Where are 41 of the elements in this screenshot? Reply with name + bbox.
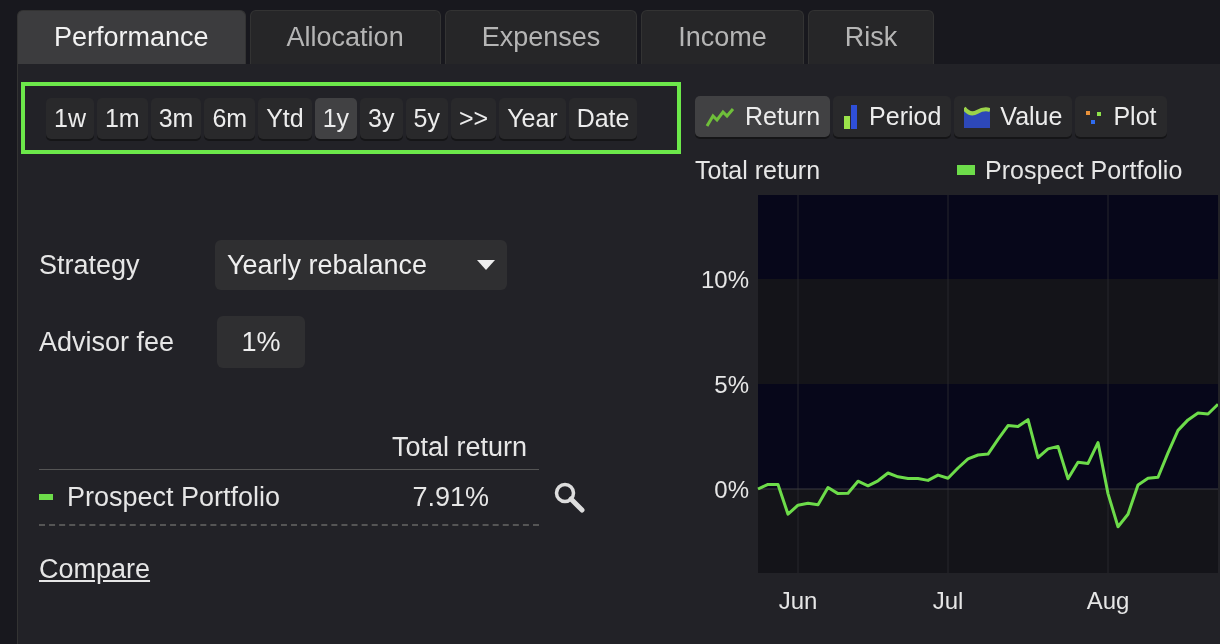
range-button[interactable]: 3m (150, 97, 202, 139)
tab[interactable]: Expenses (444, 10, 638, 64)
chart-type-button[interactable]: Plot (1075, 96, 1167, 137)
range-button[interactable]: Ytd (258, 97, 312, 139)
y-axis-label: 0% (714, 476, 749, 503)
x-axis-label: Jul (932, 587, 964, 614)
x-axis-label: Aug (1086, 587, 1130, 614)
tab[interactable]: Income (641, 10, 804, 64)
compare-link[interactable]: Compare (39, 554, 151, 585)
tab[interactable]: Performance (17, 10, 246, 64)
advisor-fee-label: Advisor fee (39, 326, 176, 358)
chart-type-button[interactable]: Return (695, 96, 831, 137)
y-axis-label: 10% (700, 266, 749, 293)
range-button[interactable]: 1m (96, 97, 148, 139)
strategy-dropdown[interactable]: Yearly rebalance (215, 240, 507, 290)
caret-icon (477, 260, 495, 270)
advisor-fee-field[interactable]: 1% (217, 316, 305, 368)
legend-item: Prospect Portfolio (957, 155, 1183, 185)
range-button[interactable]: 3y (360, 97, 403, 139)
range-button[interactable]: >> (450, 97, 497, 139)
strategy-label: Strategy (39, 249, 141, 281)
line-chart-icon (705, 105, 735, 128)
range-button[interactable]: 1y (314, 97, 358, 139)
bar-chart-icon (843, 103, 860, 130)
chart-type-button[interactable]: Value (954, 96, 1073, 137)
tab[interactable]: Risk (807, 10, 935, 64)
y-axis-label: 5% (714, 371, 749, 398)
range-button[interactable]: 1w (46, 97, 94, 139)
total-return-value: 7.91% (412, 481, 489, 513)
range-button[interactable]: 6m (204, 97, 256, 139)
portfolio-name: Prospect Portfolio (67, 481, 282, 513)
range-button[interactable]: Date (568, 97, 638, 139)
range-button[interactable]: Year (499, 97, 566, 139)
tab[interactable]: Allocation (249, 10, 441, 64)
chart-title: Total return (695, 155, 822, 185)
x-axis-label: Jun (778, 587, 818, 614)
chart-type-button[interactable]: Period (833, 96, 952, 137)
area-chart-icon (964, 105, 991, 128)
column-header: Total return (391, 432, 527, 463)
search-icon[interactable] (553, 481, 585, 513)
range-button[interactable]: 5y (405, 97, 448, 139)
